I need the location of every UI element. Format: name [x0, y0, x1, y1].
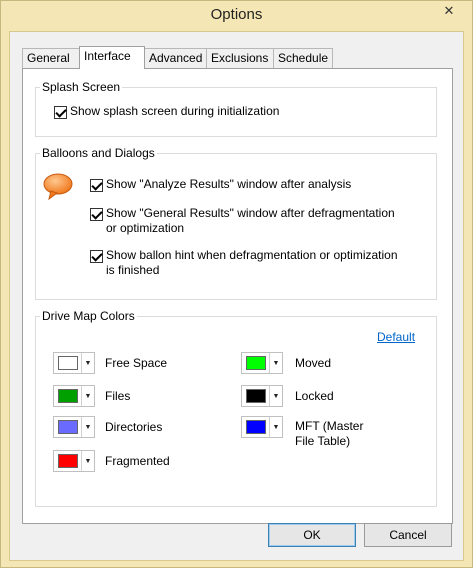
speech-balloon-icon — [43, 173, 73, 201]
show-analyze-results-option[interactable]: Show "Analyze Results" window after anal… — [90, 177, 351, 192]
directories-label: Directories — [105, 420, 163, 434]
mft-label: MFT (Master File Table) — [295, 419, 364, 448]
locked-color-picker[interactable]: ▼ — [241, 385, 283, 407]
balloons-dialogs-group-label: Balloons and Dialogs — [40, 146, 157, 160]
moved-swatch — [245, 356, 266, 370]
dialog-client-area: General Interface Advanced Exclusions Sc… — [9, 31, 464, 561]
drive-map-colors-group: Drive Map Colors Default ▼ Free Space ▼ … — [35, 309, 437, 507]
interface-tab-panel: Splash Screen Show splash screen during … — [22, 68, 453, 524]
locked-swatch — [245, 389, 266, 403]
splash-screen-group: Splash Screen Show splash screen during … — [35, 80, 437, 137]
show-general-results-label: Show "General Results" window after defr… — [106, 206, 395, 235]
options-window: Options ✕ General Interface Advanced Exc… — [0, 0, 473, 568]
locked-label: Locked — [295, 389, 334, 403]
close-icon[interactable]: ✕ — [444, 3, 455, 18]
drive-map-colors-group-label: Drive Map Colors — [40, 309, 137, 323]
splash-screen-group-label: Splash Screen — [40, 80, 123, 94]
mft-swatch — [245, 420, 266, 434]
tab-general[interactable]: General — [22, 48, 80, 68]
moved-color-picker[interactable]: ▼ — [241, 352, 283, 374]
free-space-swatch — [57, 356, 78, 370]
show-balloon-hint-label: Show ballon hint when defragmentation or… — [106, 248, 398, 277]
files-label: Files — [105, 389, 131, 403]
ok-button[interactable]: OK — [268, 523, 356, 547]
directories-color-picker[interactable]: ▼ — [53, 416, 95, 438]
show-splash-checkbox[interactable] — [54, 106, 67, 119]
show-splash-label: Show splash screen during initialization — [70, 104, 280, 118]
tab-exclusions[interactable]: Exclusions — [206, 48, 274, 68]
fragmented-label: Fragmented — [105, 454, 170, 468]
chevron-down-icon[interactable]: ▼ — [270, 417, 282, 437]
tab-schedule[interactable]: Schedule — [273, 48, 333, 68]
chevron-down-icon[interactable]: ▼ — [270, 386, 282, 406]
tab-advanced[interactable]: Advanced — [144, 48, 207, 68]
mft-color-picker[interactable]: ▼ — [241, 416, 283, 438]
show-general-results-option[interactable]: Show "General Results" window after defr… — [90, 206, 395, 236]
chevron-down-icon[interactable]: ▼ — [82, 353, 94, 373]
show-analyze-results-label: Show "Analyze Results" window after anal… — [106, 177, 352, 191]
chevron-down-icon[interactable]: ▼ — [270, 353, 282, 373]
files-swatch — [57, 389, 78, 403]
tab-interface[interactable]: Interface — [79, 46, 145, 69]
show-general-results-checkbox[interactable] — [90, 208, 103, 221]
files-color-picker[interactable]: ▼ — [53, 385, 95, 407]
balloons-dialogs-group: Balloons and Dialogs Show "Analyze Resul… — [35, 146, 437, 300]
show-splash-option[interactable]: Show splash screen during initialization — [54, 104, 279, 119]
cancel-button[interactable]: Cancel — [364, 523, 452, 547]
title-bar: Options ✕ — [1, 1, 472, 31]
default-colors-link[interactable]: Default — [377, 330, 415, 344]
fragmented-swatch — [57, 454, 78, 468]
chevron-down-icon[interactable]: ▼ — [82, 386, 94, 406]
chevron-down-icon[interactable]: ▼ — [82, 451, 94, 471]
directories-swatch — [57, 420, 78, 434]
show-balloon-hint-checkbox[interactable] — [90, 250, 103, 263]
show-analyze-results-checkbox[interactable] — [90, 179, 103, 192]
moved-label: Moved — [295, 356, 332, 370]
window-title: Options — [210, 6, 263, 23]
close-button[interactable]: ✕ — [434, 2, 464, 20]
show-balloon-hint-option[interactable]: Show ballon hint when defragmentation or… — [90, 248, 398, 278]
free-space-color-picker[interactable]: ▼ — [53, 352, 95, 374]
chevron-down-icon[interactable]: ▼ — [82, 417, 94, 437]
fragmented-color-picker[interactable]: ▼ — [53, 450, 95, 472]
free-space-label: Free Space — [105, 356, 168, 370]
